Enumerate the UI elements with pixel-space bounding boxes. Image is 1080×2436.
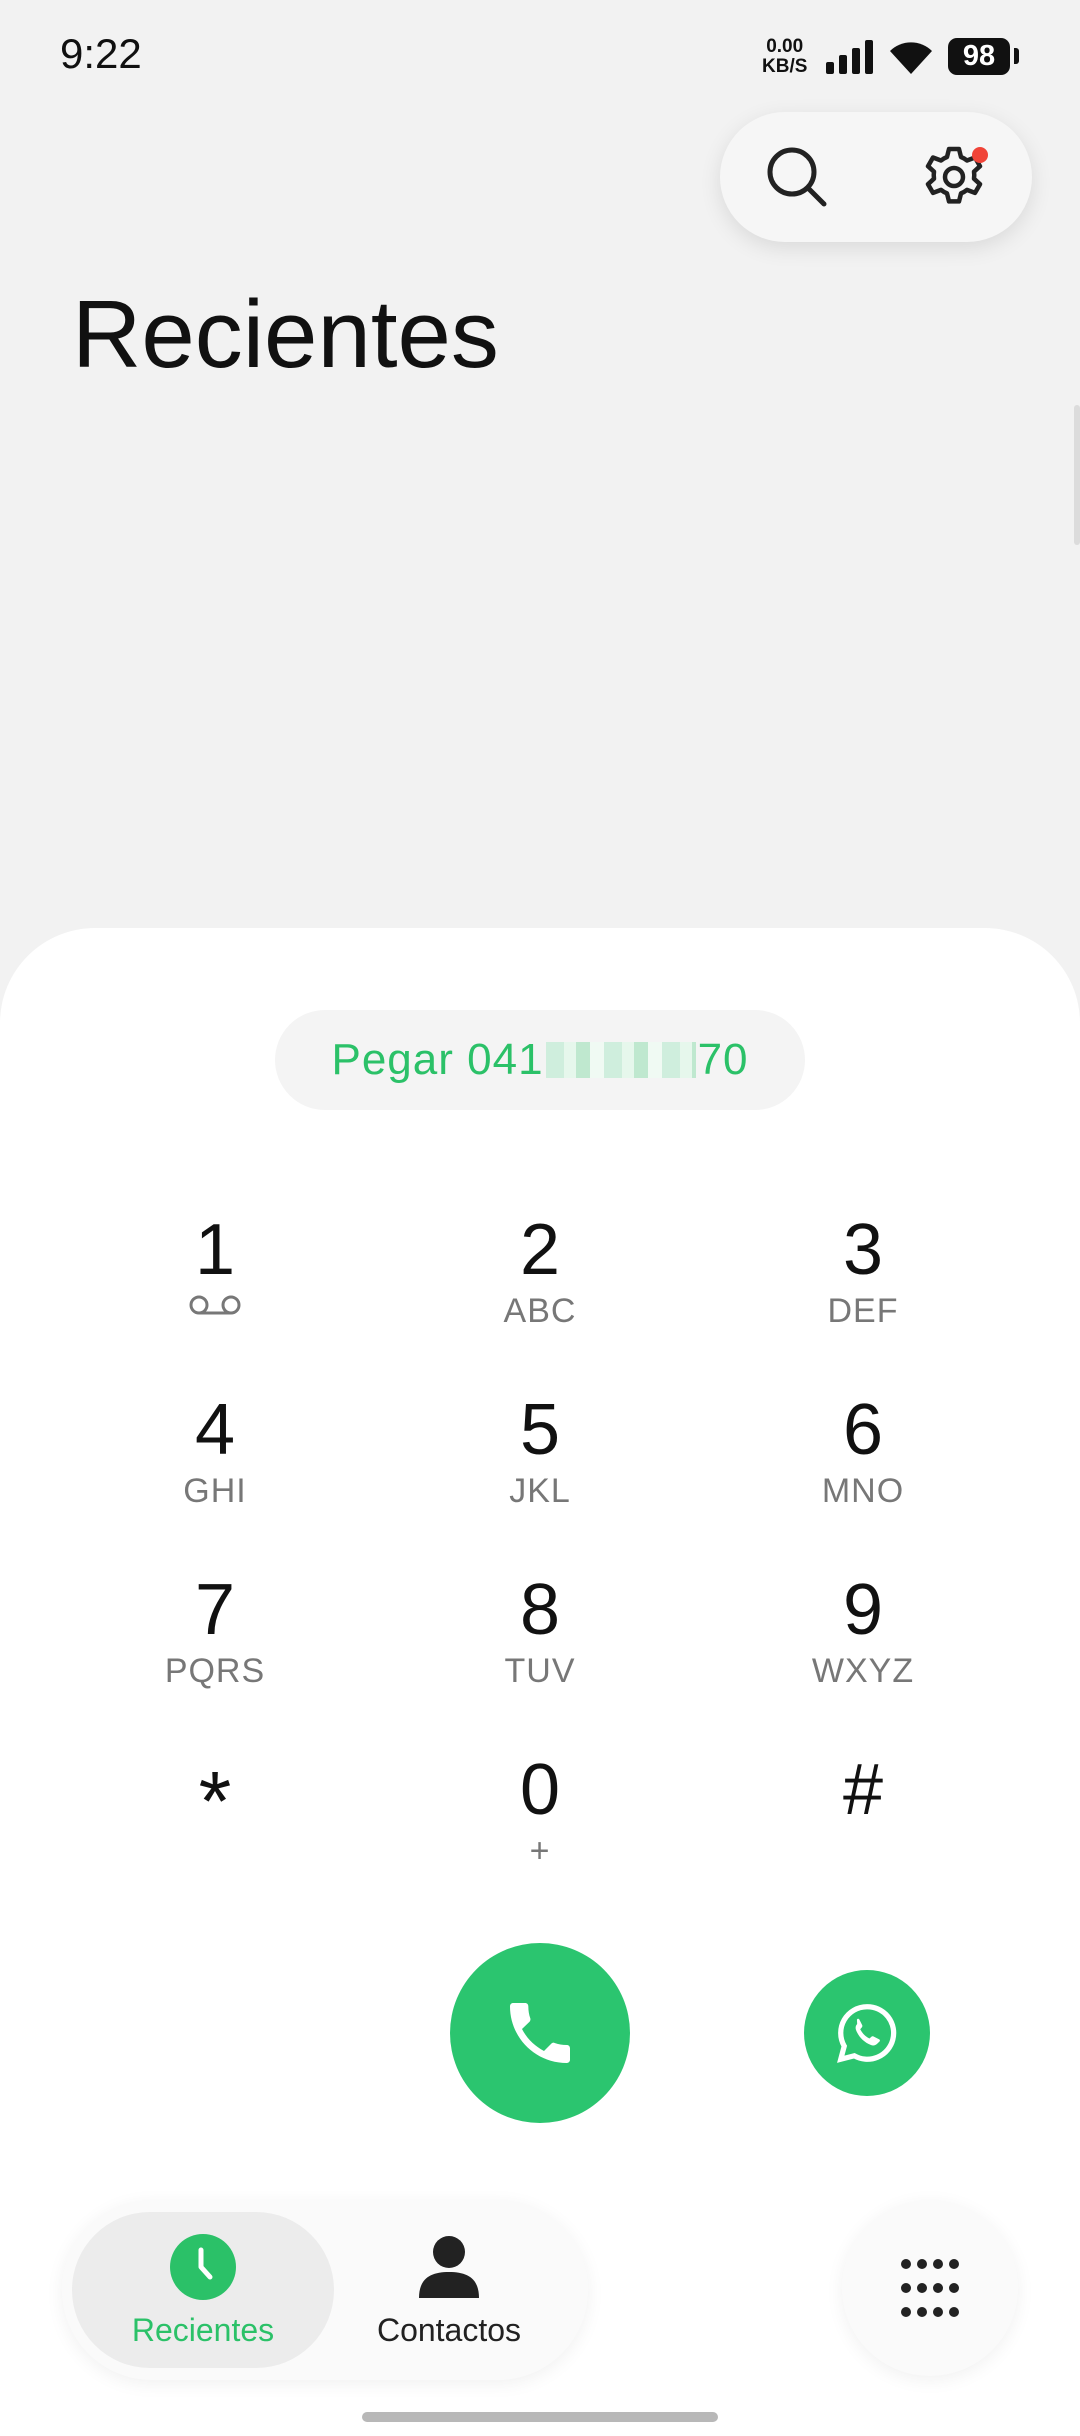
key-6[interactable]: 6 MNO — [753, 1390, 973, 1540]
key-5[interactable]: 5 JKL — [430, 1390, 650, 1540]
key-digit: 3 — [842, 1210, 884, 1290]
paste-number-chip[interactable]: Pegar 041 70 — [275, 1010, 805, 1110]
key-letters: JKL — [509, 1472, 571, 1510]
keypad-toggle-button[interactable] — [842, 2200, 1018, 2376]
key-0[interactable]: 0 + — [430, 1750, 650, 1900]
bottom-nav: Recientes Contactos — [62, 2200, 588, 2380]
tab-recents-label: Recientes — [131, 2312, 275, 2348]
key-digit: * — [198, 1754, 232, 1848]
tab-recents[interactable]: Recientes — [72, 2212, 334, 2368]
redacted-digits — [545, 1042, 696, 1078]
key-digit: 9 — [842, 1570, 884, 1650]
key-digit: 5 — [519, 1390, 561, 1470]
top-actions-pill — [720, 112, 1032, 242]
paste-label: Pegar — [331, 1035, 454, 1084]
battery-tip — [1014, 48, 1019, 64]
voicemail-icon — [189, 1295, 241, 1315]
key-hash[interactable]: # — [753, 1750, 973, 1900]
key-digit: 8 — [519, 1570, 561, 1650]
search-icon — [767, 147, 827, 207]
dialpad-icon — [901, 2259, 959, 2317]
key-letters: MNO — [821, 1472, 905, 1510]
key-7[interactable]: 7 PQRS — [105, 1570, 325, 1720]
whatsapp-button[interactable] — [804, 1970, 930, 2096]
key-digit: 6 — [842, 1390, 884, 1470]
home-indicator[interactable] — [362, 2412, 718, 2422]
key-2[interactable]: 2 ABC — [430, 1210, 650, 1360]
key-1[interactable]: 1 — [105, 1210, 325, 1360]
key-letters: DEF — [827, 1292, 899, 1330]
key-4[interactable]: 4 GHI — [105, 1390, 325, 1540]
paste-number-prefix: 041 — [467, 1035, 544, 1084]
notification-dot — [972, 147, 988, 163]
status-bar: 9:22 0.00 KB/S 98 — [0, 0, 1080, 110]
key-3[interactable]: 3 DEF — [753, 1210, 973, 1360]
scroll-handle[interactable] — [1074, 405, 1080, 545]
settings-button[interactable] — [914, 137, 994, 217]
status-time: 9:22 — [60, 30, 142, 77]
search-button[interactable] — [757, 137, 837, 217]
key-letters: PQRS — [164, 1652, 266, 1690]
key-letters: WXYZ — [811, 1652, 915, 1690]
signal-icon — [826, 40, 873, 74]
network-speed: 0.00 KB/S — [762, 37, 807, 77]
key-star[interactable]: * — [105, 1755, 325, 1905]
key-digit: 2 — [519, 1210, 561, 1290]
key-digit: 7 — [194, 1570, 236, 1650]
person-icon — [419, 2236, 479, 2298]
tab-contacts-label: Contactos — [376, 2312, 522, 2348]
phone-icon — [510, 2003, 570, 2063]
network-speed-value: 0.00 — [766, 36, 804, 57]
tab-contacts[interactable]: Contactos — [318, 2212, 580, 2368]
network-speed-unit: KB/S — [762, 56, 808, 77]
whatsapp-icon — [837, 2004, 897, 2063]
key-letters: GHI — [183, 1472, 247, 1510]
clock-icon — [170, 2234, 236, 2300]
key-letters: ABC — [503, 1292, 577, 1330]
key-digit: 1 — [194, 1210, 236, 1290]
key-digit: 4 — [194, 1390, 236, 1470]
key-letters: TUV — [504, 1652, 576, 1690]
call-button[interactable] — [450, 1943, 630, 2123]
wifi-icon — [890, 42, 932, 74]
key-letters: + — [529, 1832, 551, 1870]
key-digit: # — [842, 1750, 884, 1830]
key-digit: 0 — [519, 1750, 561, 1830]
key-9[interactable]: 9 WXYZ — [753, 1570, 973, 1720]
battery-level: 98 — [948, 38, 1010, 75]
key-8[interactable]: 8 TUV — [430, 1570, 650, 1720]
paste-number-suffix: 70 — [697, 1035, 749, 1084]
page-title: Recientes — [72, 281, 499, 388]
